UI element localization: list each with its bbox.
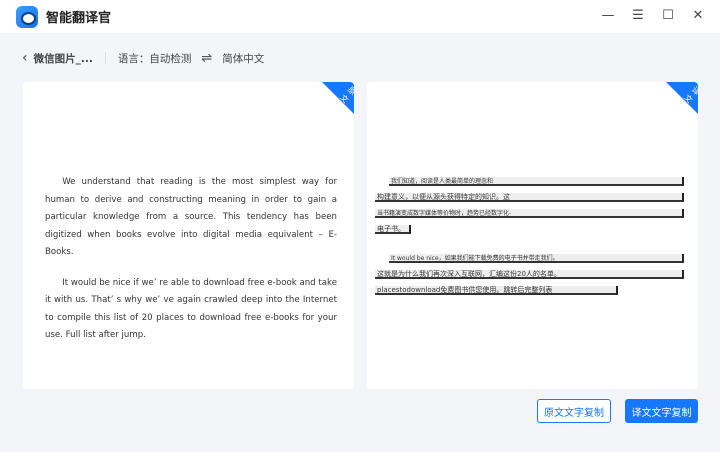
copy-translation-button[interactable]: 译文文字复制 bbox=[625, 399, 698, 423]
translation-badge: 译文 bbox=[666, 82, 698, 114]
close-button[interactable]: ✕ bbox=[690, 8, 706, 23]
copy-source-button[interactable]: 原文文字复制 bbox=[537, 399, 611, 423]
title-bar: 智能翻译官 — ☰ ☐ ✕ bbox=[0, 0, 720, 33]
language-source-select[interactable]: 语言：自动检测 bbox=[118, 51, 192, 66]
divider bbox=[104, 52, 106, 64]
translation-line: placestodownload免费图书供您使用。跳转后完整列表 bbox=[375, 286, 618, 295]
source-paragraph: It would be nice if we’ re able to downl… bbox=[45, 277, 337, 341]
translation-line: 当书籍演变成数字媒体等价物时，趋势已经数字化- bbox=[375, 209, 684, 218]
translation-panel: 译文 我们知道，阅读是人类最简单的理念和 构建意义，以便从源头获得特定的知识。这… bbox=[367, 82, 698, 389]
language-target-select[interactable]: 简体中文 bbox=[222, 51, 264, 66]
back-icon[interactable]: ‹ bbox=[22, 50, 28, 66]
menu-icon[interactable]: ☰ bbox=[630, 8, 646, 23]
translation-line: 构建意义，以便从源头获得特定的知识。这 bbox=[375, 193, 684, 202]
app-logo-icon bbox=[16, 5, 38, 28]
translation-line: 电子书。 bbox=[375, 225, 411, 234]
translation-line: 这就是为什么我们再次深入互联网，汇编这份20人的名单。 bbox=[375, 270, 684, 279]
file-name[interactable]: 微信图片_... bbox=[34, 51, 93, 66]
maximize-button[interactable]: ☐ bbox=[660, 8, 676, 23]
toolbar: ‹ 微信图片_... 语言：自动检测 ⇌ 简体中文 bbox=[22, 50, 264, 66]
translation-line: It would be nice，如果我们能下载免费的电子书并带走我们。 bbox=[389, 254, 684, 263]
source-paragraph: We understand that reading is the most s… bbox=[45, 177, 337, 257]
translation-line: 我们知道，阅读是人类最简单的理念和 bbox=[389, 177, 684, 186]
source-panel: 原文 We understand that reading is the mos… bbox=[23, 82, 354, 389]
swap-icon[interactable]: ⇌ bbox=[201, 51, 212, 66]
app-title: 智能翻译官 bbox=[46, 11, 112, 26]
source-badge: 原文 bbox=[322, 82, 354, 114]
minimize-button[interactable]: — bbox=[600, 8, 616, 23]
